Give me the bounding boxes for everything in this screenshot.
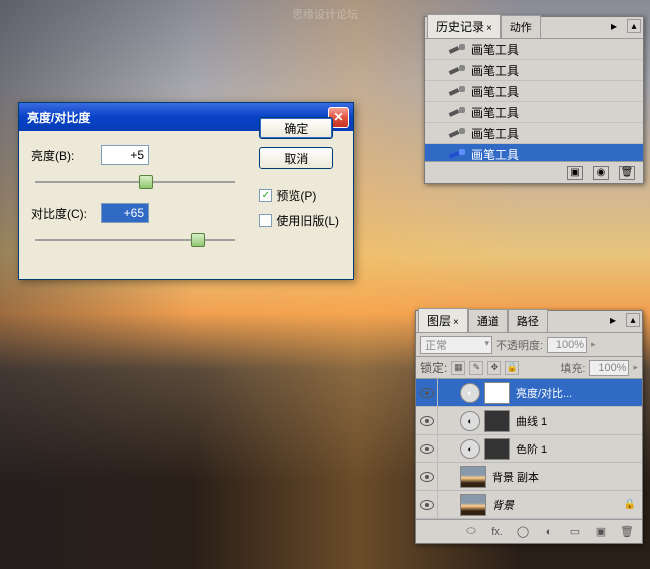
brush-icon bbox=[449, 105, 465, 119]
dialog-title: 亮度/对比度 bbox=[27, 109, 90, 126]
lock-transparent-icon[interactable]: ▦ bbox=[451, 361, 465, 375]
layer-row[interactable]: 背景 🔒 bbox=[416, 491, 642, 519]
mask-icon[interactable]: ◯ bbox=[514, 524, 532, 540]
history-palette: 历史记录× 动作 ▸ ▴ 画笔工具 画笔工具 画笔工具 画笔工具 画笔工具 画笔… bbox=[424, 16, 644, 184]
legacy-checkbox[interactable] bbox=[259, 214, 272, 227]
preview-label: 预览(P) bbox=[276, 187, 316, 204]
lock-move-icon[interactable]: ✥ bbox=[487, 361, 501, 375]
layer-name: 色阶 1 bbox=[512, 441, 642, 457]
fill-input[interactable] bbox=[589, 360, 629, 376]
history-item[interactable]: 画笔工具 bbox=[425, 81, 643, 102]
eye-icon[interactable] bbox=[420, 388, 434, 398]
tab-layers[interactable]: 图层× bbox=[418, 308, 468, 332]
palette-menu-icon[interactable]: ▸ bbox=[611, 19, 625, 33]
layer-name: 亮度/对比... bbox=[512, 385, 642, 401]
history-item[interactable]: 画笔工具 bbox=[425, 102, 643, 123]
trash-icon[interactable]: 🗑 bbox=[618, 524, 636, 540]
brush-icon bbox=[449, 42, 465, 56]
mask-thumb[interactable] bbox=[484, 382, 510, 404]
layer-name: 背景 副本 bbox=[488, 469, 642, 485]
preview-checkbox[interactable]: ✓ bbox=[259, 189, 272, 202]
adjustment-thumb[interactable]: ◐ bbox=[460, 411, 480, 431]
fill-label: 填充: bbox=[560, 360, 585, 376]
eye-icon[interactable] bbox=[420, 444, 434, 454]
tab-history[interactable]: 历史记录× bbox=[427, 14, 501, 38]
eye-icon[interactable] bbox=[420, 472, 434, 482]
brush-icon bbox=[449, 147, 465, 161]
brightness-input[interactable] bbox=[101, 145, 149, 165]
mask-thumb[interactable] bbox=[484, 410, 510, 432]
trash-icon[interactable]: 🗑 bbox=[619, 166, 635, 180]
group-icon[interactable]: ▭ bbox=[566, 524, 584, 540]
new-doc-from-state-icon[interactable]: ▣ bbox=[567, 166, 583, 180]
brightness-slider[interactable] bbox=[35, 173, 235, 191]
brush-icon bbox=[449, 84, 465, 98]
contrast-slider[interactable] bbox=[35, 231, 235, 249]
ok-button[interactable]: 确定 bbox=[259, 117, 333, 139]
lock-icon: 🔒 bbox=[624, 499, 636, 510]
eye-icon[interactable] bbox=[420, 416, 434, 426]
fx-icon[interactable]: fx. bbox=[488, 524, 506, 540]
legacy-label: 使用旧版(L) bbox=[276, 212, 339, 229]
layer-thumb[interactable] bbox=[460, 466, 486, 488]
tab-channels[interactable]: 通道 bbox=[468, 309, 508, 332]
brightness-label: 亮度(B): bbox=[31, 147, 101, 164]
layer-row[interactable]: ◐ 曲线 1 bbox=[416, 407, 642, 435]
adjustment-icon[interactable]: ◐ bbox=[540, 524, 558, 540]
eye-icon[interactable] bbox=[420, 500, 434, 510]
link-layers-icon[interactable]: ⬭ bbox=[462, 524, 480, 540]
mask-thumb[interactable] bbox=[484, 438, 510, 460]
palette-menu-icon[interactable]: ▸ bbox=[610, 313, 624, 327]
history-list: 画笔工具 画笔工具 画笔工具 画笔工具 画笔工具 画笔工具 bbox=[425, 39, 643, 161]
layer-row[interactable]: ◐ 色阶 1 bbox=[416, 435, 642, 463]
history-item[interactable]: 画笔工具 bbox=[425, 60, 643, 81]
brush-icon bbox=[449, 63, 465, 77]
new-layer-icon[interactable]: ▣ bbox=[592, 524, 610, 540]
layer-thumb[interactable] bbox=[460, 494, 486, 516]
opacity-label: 不透明度: bbox=[496, 337, 543, 353]
snapshot-icon[interactable]: ◉ bbox=[593, 166, 609, 180]
tab-actions[interactable]: 动作 bbox=[501, 15, 541, 38]
contrast-label: 对比度(C): bbox=[31, 205, 101, 222]
lock-label: 锁定: bbox=[420, 359, 447, 376]
history-item[interactable]: 画笔工具 bbox=[425, 123, 643, 144]
brightness-contrast-dialog: 亮度/对比度 ✕ 亮度(B): 对比度(C): 确定 取消 ✓ 预览(P) bbox=[18, 102, 354, 280]
contrast-input[interactable] bbox=[101, 203, 149, 223]
history-item[interactable]: 画笔工具 bbox=[425, 144, 643, 161]
layer-name: 背景 bbox=[488, 497, 624, 513]
blend-mode-dropdown[interactable]: 正常 bbox=[420, 336, 492, 354]
palette-close-icon[interactable]: ▴ bbox=[626, 313, 640, 327]
palette-close-icon[interactable]: ▴ bbox=[627, 19, 641, 33]
watermark-top: 思缘设计论坛 bbox=[292, 6, 358, 22]
layer-row[interactable]: 背景 副本 bbox=[416, 463, 642, 491]
tab-paths[interactable]: 路径 bbox=[508, 309, 548, 332]
opacity-input[interactable] bbox=[547, 337, 587, 353]
lock-all-icon[interactable]: 🔒 bbox=[505, 361, 519, 375]
legacy-checkbox-row[interactable]: 使用旧版(L) bbox=[259, 212, 339, 229]
brush-icon bbox=[449, 126, 465, 140]
cancel-button[interactable]: 取消 bbox=[259, 147, 333, 169]
layer-name: 曲线 1 bbox=[512, 413, 642, 429]
history-item[interactable]: 画笔工具 bbox=[425, 39, 643, 60]
layer-row[interactable]: ◐ 亮度/对比... bbox=[416, 379, 642, 407]
preview-checkbox-row[interactable]: ✓ 预览(P) bbox=[259, 187, 339, 204]
lock-paint-icon[interactable]: ✎ bbox=[469, 361, 483, 375]
adjustment-thumb[interactable]: ◐ bbox=[460, 383, 480, 403]
layers-palette: 图层× 通道 路径 ▸ ▴ 正常 不透明度: ▸ 锁定: ▦ ✎ ✥ 🔒 填充:… bbox=[415, 310, 643, 544]
adjustment-thumb[interactable]: ◐ bbox=[460, 439, 480, 459]
